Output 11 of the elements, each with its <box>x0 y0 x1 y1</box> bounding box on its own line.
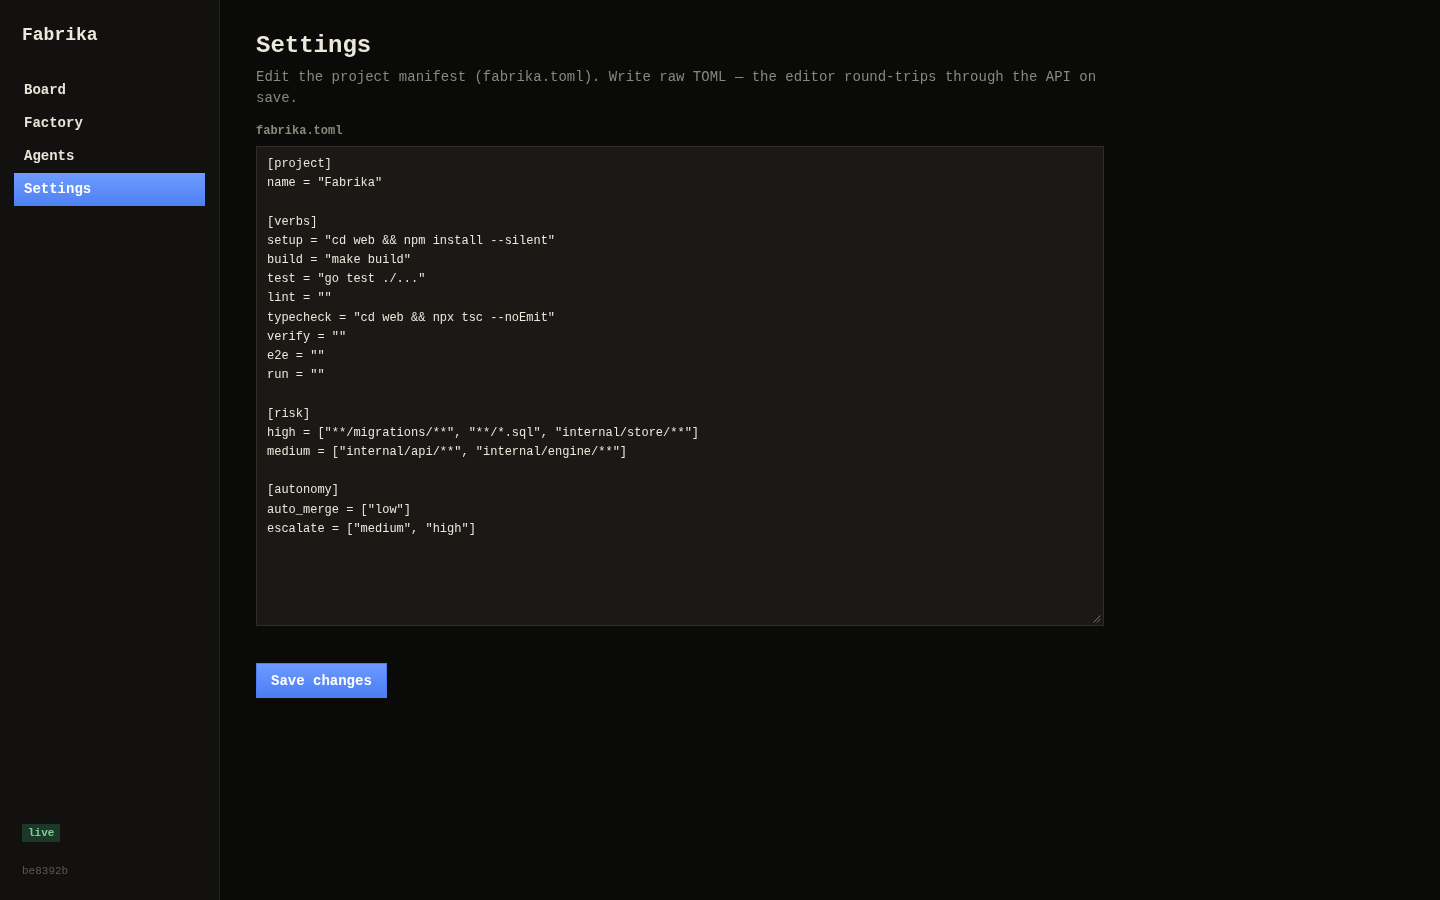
nav-item[interactable]: Agents <box>14 140 205 173</box>
resize-grip-icon[interactable] <box>1093 615 1101 623</box>
version-hash: be8392b <box>22 864 70 878</box>
nav-item[interactable]: Board <box>14 74 205 107</box>
page-title: Settings <box>256 31 372 61</box>
app-brand: Fabrika <box>22 24 99 46</box>
status-badge: live <box>22 824 61 842</box>
nav-item[interactable]: Factory <box>14 107 205 140</box>
editor-label: fabrika.toml <box>256 123 343 139</box>
code-editor-field[interactable]: [project] name = "Fabrika" [verbs] setup = "cd web && npm install --silent" build = "make build" test = "go test ./..." lint = "" typecheck = "cd web && npx tsc --noEmit" verify = "" e2e = "" run = "" [risk] high = ["**/migrations/**", "**/*.sql", "internal/store/**"] medium = ["internal/api/**", "internal/engine/**"] [autonomy] auto_merge = ["low"] escalate = ["medium", "high"] <box>256 146 1104 626</box>
page-description: Edit the project manifest (fabrika.toml). Write raw TOML — the editor round-trips through the API on save. <box>256 68 1098 108</box>
